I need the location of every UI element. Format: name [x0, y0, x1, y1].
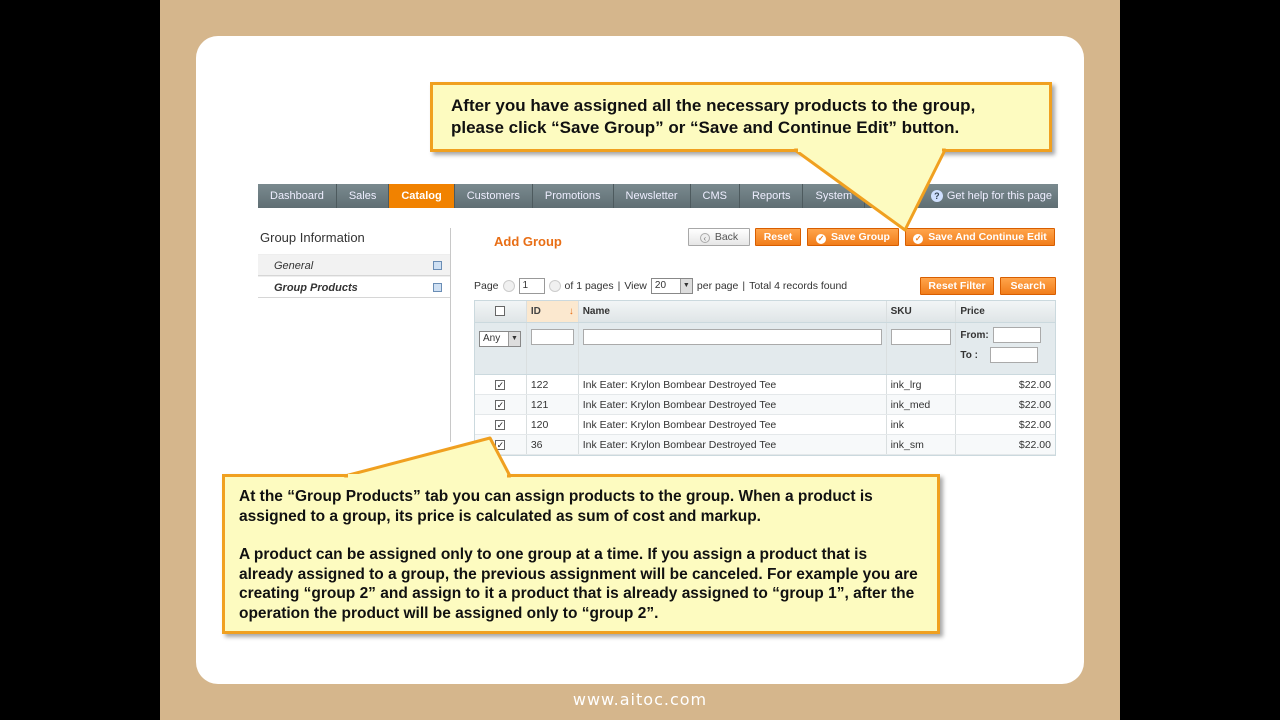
callout-pointers: [343, 148, 947, 478]
top-callout-pointer: [793, 148, 947, 232]
bottom-callout-pointer: [343, 436, 512, 478]
